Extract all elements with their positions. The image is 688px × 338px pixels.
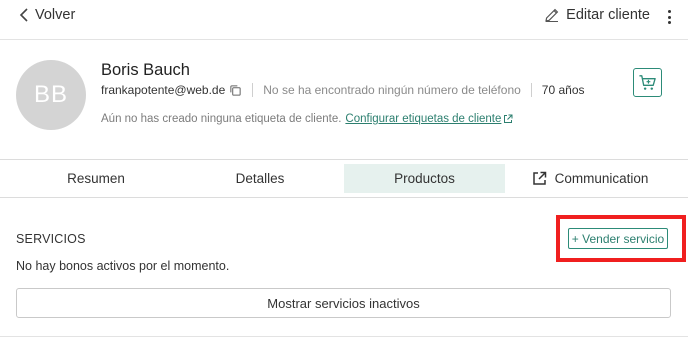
divider xyxy=(252,83,254,97)
customer-profile: BB Boris Bauch frankapotente@web.de No s… xyxy=(0,40,688,160)
customer-tags-line: Aún no has creado ninguna etiqueta de cl… xyxy=(101,113,513,125)
external-link-icon xyxy=(504,114,513,123)
cart-icon xyxy=(639,75,656,90)
customer-info-line: frankapotente@web.de No se ha encontrado… xyxy=(101,83,585,97)
tab-detalles[interactable]: Detalles xyxy=(180,164,340,193)
tab-resumen[interactable]: Resumen xyxy=(16,164,176,193)
tab-communication[interactable]: Communication xyxy=(510,164,670,193)
back-label: Volver xyxy=(35,7,76,23)
external-link-icon xyxy=(532,171,546,185)
tags-empty-text: Aún no has creado ninguna etiqueta de cl… xyxy=(101,113,342,125)
services-empty-message: No hay bonos activos por el momento. xyxy=(16,259,230,273)
customer-email: frankapotente@web.de xyxy=(101,83,226,97)
divider xyxy=(0,336,688,337)
more-vertical-icon[interactable] xyxy=(664,10,674,26)
customer-tabs: Resumen Detalles Productos Communication xyxy=(0,160,688,198)
avatar: BB xyxy=(16,60,86,130)
tab-label: Communication xyxy=(554,171,649,186)
customer-phone: No se ha encontrado ningún número de tel… xyxy=(263,83,521,97)
edit-customer-label: Editar cliente xyxy=(566,7,650,23)
sell-service-button[interactable]: + Vender servicio xyxy=(568,228,668,249)
customer-name: Boris Bauch xyxy=(101,61,190,79)
customer-age: 70 años xyxy=(541,83,585,97)
tab-label: Productos xyxy=(394,171,455,186)
tab-productos[interactable]: Productos xyxy=(344,164,505,193)
services-title: SERVICIOS xyxy=(16,232,86,246)
pencil-icon xyxy=(545,8,559,22)
edit-customer-button[interactable]: Editar cliente xyxy=(544,7,650,23)
tab-label: Resumen xyxy=(67,171,125,186)
top-bar: Volver Editar cliente xyxy=(0,0,688,40)
show-inactive-services-button[interactable]: Mostrar servicios inactivos xyxy=(16,288,671,318)
chevron-left-icon xyxy=(19,8,28,22)
back-button[interactable]: Volver xyxy=(18,7,75,23)
tab-label: Detalles xyxy=(235,171,285,186)
copy-icon[interactable] xyxy=(229,84,242,97)
configure-tags-link[interactable]: Configurar etiquetas de cliente xyxy=(345,113,501,125)
divider xyxy=(530,83,532,97)
sell-cart-button[interactable] xyxy=(633,68,662,97)
